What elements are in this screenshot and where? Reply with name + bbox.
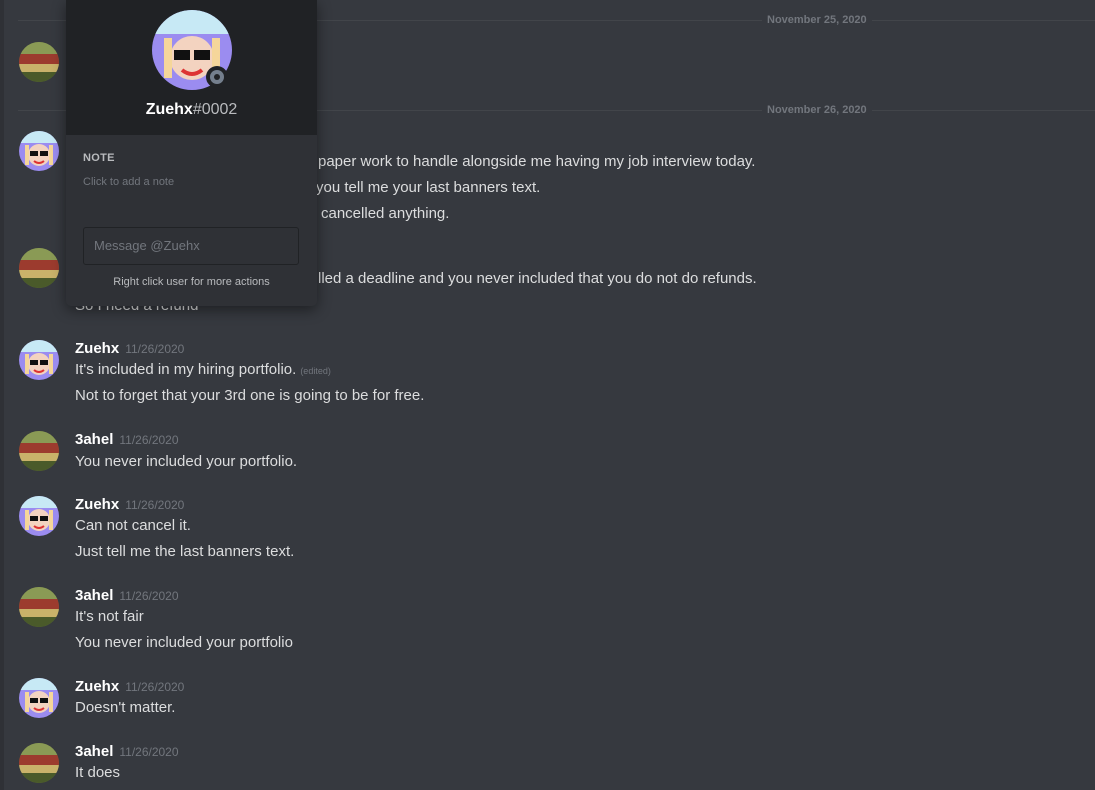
message-line: lled a deadline and you never included t…	[318, 270, 757, 287]
avatar-zuehx[interactable]	[19, 678, 59, 718]
avatar-zuehx[interactable]	[19, 340, 59, 380]
user-profile-popout: Zuehx#0002 NOTE Click to add a note Mess…	[66, 0, 317, 306]
timestamp: 11/26/2020	[119, 433, 179, 447]
note-label: NOTE	[83, 152, 115, 164]
message-header: Zuehx 11/26/2020	[75, 496, 184, 516]
username[interactable]: Zuehx	[75, 340, 119, 357]
avatar-3ahel[interactable]	[19, 42, 59, 82]
timestamp: 11/26/2020	[119, 745, 179, 759]
message-header: 3ahel 11/26/2020	[75, 587, 179, 607]
message-user-input[interactable]: Message @Zuehx	[83, 227, 299, 265]
message-header: Zuehx 11/26/2020	[75, 678, 184, 698]
message-line: You never included your portfolio	[75, 634, 293, 651]
popout-hint: Right click user for more actions	[113, 276, 270, 288]
timestamp: 11/26/2020	[125, 498, 185, 512]
edited-label: (edited)	[300, 366, 331, 376]
username[interactable]: 3ahel	[75, 587, 113, 604]
username[interactable]: 3ahel	[75, 431, 113, 448]
message-header: Zuehx 11/26/2020	[75, 340, 184, 360]
avatar-3ahel[interactable]	[19, 743, 59, 783]
avatar-zuehx[interactable]	[19, 131, 59, 171]
message-line: Can not cancel it.	[75, 517, 191, 534]
username[interactable]: Zuehx	[75, 496, 119, 513]
avatar-3ahel[interactable]	[19, 248, 59, 288]
message-line: Not to forget that your 3rd one is going…	[75, 387, 425, 404]
avatar-3ahel[interactable]	[19, 587, 59, 627]
avatar-3ahel[interactable]	[19, 431, 59, 471]
left-edge	[0, 0, 4, 790]
message-header: 3ahel 11/26/2020	[75, 743, 179, 763]
note-input[interactable]: Click to add a note	[83, 176, 174, 188]
popout-discriminator: #0002	[192, 101, 238, 118]
message-line: paper work to handle alongside me having…	[318, 153, 756, 170]
message-text: It's included in my hiring portfolio.	[75, 361, 297, 378]
message-line: It does	[75, 764, 121, 781]
avatar-zuehx[interactable]	[19, 496, 59, 536]
timestamp: 11/26/2020	[125, 342, 185, 356]
offline-status-icon	[206, 66, 228, 88]
message-line: you tell me your last banners text.	[316, 179, 541, 196]
message-line: cancelled anything.	[321, 205, 450, 222]
popout-header: Zuehx#0002	[66, 0, 317, 135]
message-line: Just tell me the last banners text.	[75, 543, 295, 560]
timestamp: 11/26/2020	[119, 589, 179, 603]
popout-username[interactable]: Zuehx#0002	[66, 101, 317, 119]
timestamp: 11/26/2020	[125, 680, 185, 694]
divider-date: November 26, 2020	[762, 103, 872, 117]
username[interactable]: 3ahel	[75, 743, 113, 760]
popout-name: Zuehx	[145, 101, 193, 118]
message-line: It's not fair	[75, 608, 144, 625]
message-header: 3ahel 11/26/2020	[75, 431, 179, 451]
divider-date: November 25, 2020	[762, 13, 872, 27]
message-line: It's included in my hiring portfolio. (ed…	[75, 360, 331, 381]
message-line: Doesn't matter.	[75, 699, 176, 716]
username[interactable]: Zuehx	[75, 678, 119, 695]
message-line: You never included your portfolio.	[75, 453, 298, 470]
